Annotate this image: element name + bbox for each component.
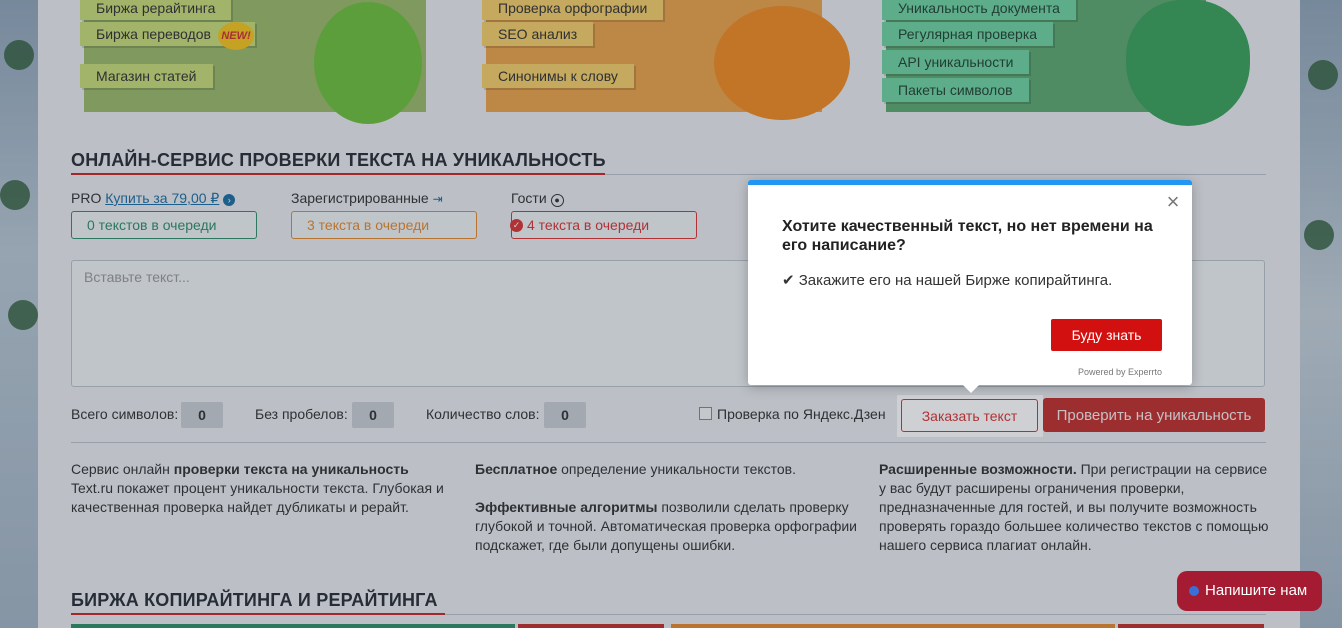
info-bold: Расширенные возможности. [879, 461, 1077, 477]
popup-title: Хотите качественный текст, но нет времен… [782, 218, 1153, 254]
section-title-exchange: БИРЖА КОПИРАЙТИНГА И РЕРАЙТИНГА [71, 590, 438, 610]
pear-illustration [1126, 0, 1250, 126]
promo-popup: × Хотите качественный текст, но нет врем… [748, 180, 1192, 393]
orange-illustration [714, 6, 850, 120]
guests-label: Гости ● [511, 190, 564, 207]
link-document-uniqueness[interactable]: Уникальность документа [882, 0, 1076, 20]
total-chars-value: 0 [181, 402, 223, 428]
title-underline [71, 613, 445, 615]
info-text: Сервис онлайн [71, 461, 174, 477]
info-bold: Эффективные алгоритмы [475, 499, 658, 515]
info-column-2: Бесплатное определение уникальности текс… [475, 460, 865, 555]
check-icon: ✓ [510, 219, 523, 232]
queue-guests-text: 4 текста в очереди [527, 217, 650, 233]
pine-decoration [4, 40, 34, 70]
pine-decoration [8, 300, 38, 330]
new-badge: NEW! [218, 22, 254, 50]
info-text: Text.ru покажет процент уникальности тек… [71, 480, 444, 515]
popup-text: ✔ Закажите его на нашей Бирже копирайтин… [782, 272, 1113, 289]
right-decoration [1300, 0, 1342, 628]
no-spaces-label: Без пробелов: [255, 406, 348, 422]
pine-decoration [1308, 60, 1338, 90]
popup-confirm-button[interactable]: Буду знать [1051, 319, 1162, 351]
yandex-zen-label[interactable]: Проверка по Яндекс.Дзен [717, 406, 886, 422]
queue-pro: 0 текстов в очереди [71, 211, 257, 239]
divider [71, 442, 1266, 443]
registered-text: Зарегистрированные [291, 190, 429, 206]
info-bold: проверки текста на уникальность [173, 461, 409, 477]
user-icon: ● [550, 194, 564, 207]
online-dot-icon [1189, 586, 1199, 596]
page-title: ОНЛАЙН-СЕРВИС ПРОВЕРКИ ТЕКСТА НА УНИКАЛЬ… [71, 150, 606, 170]
buy-pro-link[interactable]: Купить за 79,00 ₽ [105, 190, 219, 206]
arrow-circle-icon[interactable]: › [223, 194, 236, 206]
total-chars-label: Всего символов: [71, 406, 179, 422]
login-icon: ⇥ [432, 192, 443, 206]
order-button-highlight: Заказать текст [897, 395, 1043, 437]
left-decoration [0, 0, 38, 628]
link-synonyms[interactable]: Синонимы к слову [482, 64, 634, 88]
word-count-label: Количество слов: [426, 406, 540, 422]
tile-strip [1118, 624, 1264, 628]
info-text: определение уникальности текстов. [557, 461, 797, 477]
pine-decoration [0, 180, 30, 210]
tile-strip [518, 624, 664, 628]
title-underline [71, 173, 605, 175]
tile-strip [71, 624, 515, 628]
link-regular-check[interactable]: Регулярная проверка [882, 22, 1054, 46]
link-article-shop[interactable]: Магазин статей [80, 64, 213, 88]
close-icon[interactable]: × [1164, 191, 1182, 213]
link-api-uniqueness[interactable]: API уникальности [882, 50, 1030, 74]
queue-registered: 3 текста в очереди [291, 211, 477, 239]
order-text-button[interactable]: Заказать текст [901, 399, 1038, 432]
word-count-value: 0 [544, 402, 586, 428]
pine-decoration [1304, 220, 1334, 250]
link-rewriting-exchange[interactable]: Биржа рерайтинга [80, 0, 232, 20]
link-symbol-packages[interactable]: Пакеты символов [882, 78, 1029, 102]
info-column-3: Расширенные возможности. При регистрации… [879, 460, 1269, 555]
registered-label: Зарегистрированные ⇥ [291, 190, 443, 206]
no-spaces-value: 0 [352, 402, 394, 428]
pro-label: PRO Купить за 79,00 ₽ › [71, 190, 236, 207]
queue-guests: ✓ 4 текста в очереди [510, 211, 697, 239]
yandex-zen-checkbox[interactable] [699, 407, 712, 420]
link-seo-analysis[interactable]: SEO анализ [482, 22, 594, 46]
chat-label: Напишите нам [1205, 582, 1308, 599]
guests-text: Гости [511, 190, 547, 206]
powered-by-label[interactable]: Powered by Experrto [1078, 367, 1162, 377]
apple-illustration [314, 2, 422, 124]
chat-button[interactable]: Напишите нам [1177, 571, 1322, 611]
check-uniqueness-button[interactable]: Проверить на уникальность [1043, 398, 1265, 432]
info-column-1: Сервис онлайн проверки текста на уникаль… [71, 460, 451, 517]
pro-text: PRO [71, 190, 102, 206]
link-spellcheck[interactable]: Проверка орфографии [482, 0, 664, 20]
tile-strip [671, 624, 1115, 628]
popup-pointer [963, 385, 979, 393]
info-bold: Бесплатное [475, 461, 558, 477]
